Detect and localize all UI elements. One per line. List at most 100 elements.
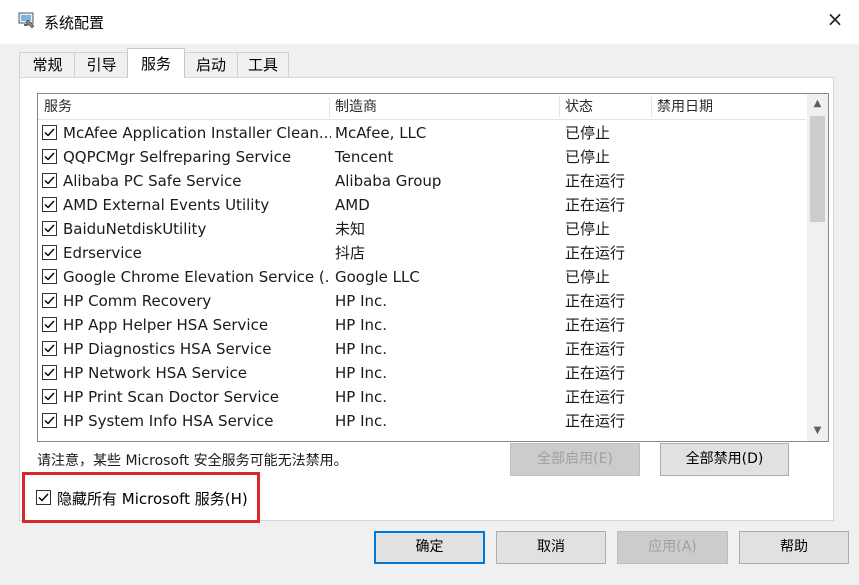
service-name: McAfee Application Installer Clean... bbox=[63, 124, 331, 142]
column-header-status[interactable]: 状态 bbox=[565, 94, 593, 119]
column-header-disable-date[interactable]: 禁用日期 bbox=[657, 94, 713, 119]
services-list: 服务 制造商 状态 禁用日期 McAfee Application Instal… bbox=[37, 93, 829, 442]
service-vendor: McAfee, LLC bbox=[335, 124, 427, 142]
vertical-scrollbar[interactable]: ▲ ▼ bbox=[807, 94, 828, 441]
service-name: BaiduNetdiskUtility bbox=[63, 220, 207, 238]
service-checkbox[interactable] bbox=[42, 389, 57, 404]
service-vendor: HP Inc. bbox=[335, 388, 388, 406]
service-vendor: HP Inc. bbox=[335, 340, 388, 358]
ok-button[interactable]: 确定 bbox=[374, 531, 485, 564]
service-row[interactable]: Alibaba PC Safe Service Alibaba Group 正在运行 bbox=[38, 169, 806, 193]
scroll-up-arrow-icon[interactable]: ▲ bbox=[807, 94, 828, 114]
service-checkbox[interactable] bbox=[42, 221, 57, 236]
service-name: QQPCMgr Selfreparing Service bbox=[63, 148, 292, 166]
service-disable-date bbox=[657, 409, 797, 433]
service-status: 正在运行 bbox=[565, 196, 626, 214]
service-row[interactable]: HP Diagnostics HSA Service HP Inc. 正在运行 bbox=[38, 337, 806, 361]
close-icon[interactable]: × bbox=[825, 9, 845, 29]
service-checkbox[interactable] bbox=[42, 125, 57, 140]
hide-microsoft-services-checkbox[interactable] bbox=[36, 490, 51, 505]
column-divider[interactable] bbox=[651, 97, 652, 117]
service-name: HP Comm Recovery bbox=[63, 292, 212, 310]
service-row[interactable]: BaiduNetdiskUtility 未知 已停止 bbox=[38, 217, 806, 241]
service-status: 正在运行 bbox=[565, 364, 626, 382]
service-row[interactable]: HP App Helper HSA Service HP Inc. 正在运行 bbox=[38, 313, 806, 337]
service-checkbox[interactable] bbox=[42, 149, 57, 164]
service-checkbox[interactable] bbox=[42, 269, 57, 284]
service-status: 已停止 bbox=[565, 148, 611, 166]
window-title: 系统配置 bbox=[44, 14, 105, 32]
service-row[interactable]: HP Print Scan Doctor Service HP Inc. 正在运行 bbox=[38, 385, 806, 409]
service-row[interactable]: HP Comm Recovery HP Inc. 正在运行 bbox=[38, 289, 806, 313]
enable-all-button[interactable]: 全部启用(E) bbox=[510, 443, 640, 476]
security-note: 请注意，某些 Microsoft 安全服务可能无法禁用。 bbox=[37, 453, 348, 469]
service-vendor: HP Inc. bbox=[335, 364, 388, 382]
service-checkbox[interactable] bbox=[42, 413, 57, 428]
service-checkbox[interactable] bbox=[42, 197, 57, 212]
tab-tools[interactable]: 工具 bbox=[237, 52, 289, 77]
service-vendor: Alibaba Group bbox=[335, 172, 442, 190]
service-status: 正在运行 bbox=[565, 244, 626, 262]
service-status: 正在运行 bbox=[565, 292, 626, 310]
hide-microsoft-services-label[interactable]: 隐藏所有 Microsoft 服务(H) bbox=[57, 488, 248, 510]
service-vendor: HP Inc. bbox=[335, 292, 388, 310]
column-header-vendor[interactable]: 制造商 bbox=[335, 94, 377, 119]
service-status: 已停止 bbox=[565, 268, 611, 286]
service-name: Alibaba PC Safe Service bbox=[63, 172, 242, 190]
service-disable-date bbox=[657, 385, 797, 409]
service-name: AMD External Events Utility bbox=[63, 196, 270, 214]
service-checkbox[interactable] bbox=[42, 173, 57, 188]
service-disable-date bbox=[657, 217, 797, 241]
service-status: 正在运行 bbox=[565, 340, 626, 358]
service-checkbox[interactable] bbox=[42, 293, 57, 308]
service-row[interactable]: HP Network HSA Service HP Inc. 正在运行 bbox=[38, 361, 806, 385]
service-disable-date bbox=[657, 313, 797, 337]
title-bar: 系统配置 × bbox=[0, 0, 859, 44]
service-checkbox[interactable] bbox=[42, 245, 57, 260]
service-disable-date bbox=[657, 121, 797, 145]
help-button[interactable]: 帮助 bbox=[739, 531, 849, 564]
column-header-service[interactable]: 服务 bbox=[44, 94, 72, 119]
tab-general[interactable]: 常规 bbox=[19, 52, 76, 77]
service-disable-date bbox=[657, 265, 797, 289]
service-name: Edrservice bbox=[63, 244, 142, 262]
service-status: 已停止 bbox=[565, 124, 611, 142]
service-vendor: HP Inc. bbox=[335, 316, 388, 334]
service-checkbox[interactable] bbox=[42, 341, 57, 356]
column-divider[interactable] bbox=[329, 97, 330, 117]
service-vendor: HP Inc. bbox=[335, 412, 388, 430]
service-row[interactable]: McAfee Application Installer Clean... McA… bbox=[38, 121, 806, 145]
tab-services[interactable]: 服务 bbox=[127, 48, 185, 78]
service-name: HP App Helper HSA Service bbox=[63, 316, 269, 334]
list-header: 服务 制造商 状态 禁用日期 bbox=[38, 94, 806, 120]
service-disable-date bbox=[657, 241, 797, 265]
tab-startup[interactable]: 启动 bbox=[183, 52, 239, 77]
service-vendor: Tencent bbox=[335, 148, 394, 166]
service-row[interactable]: AMD External Events Utility AMD 正在运行 bbox=[38, 193, 806, 217]
disable-all-button[interactable]: 全部禁用(D) bbox=[660, 443, 789, 476]
service-status: 正在运行 bbox=[565, 412, 626, 430]
cancel-button[interactable]: 取消 bbox=[496, 531, 606, 564]
scroll-down-arrow-icon[interactable]: ▼ bbox=[807, 421, 828, 441]
service-disable-date bbox=[657, 361, 797, 385]
service-vendor: Google LLC bbox=[335, 268, 420, 286]
service-disable-date bbox=[657, 145, 797, 169]
scroll-thumb[interactable] bbox=[810, 116, 825, 222]
service-status: 正在运行 bbox=[565, 388, 626, 406]
service-row[interactable]: HP System Info HSA Service HP Inc. 正在运行 bbox=[38, 409, 806, 433]
service-name: Google Chrome Elevation Service (... bbox=[63, 268, 331, 286]
service-row[interactable]: Edrservice 抖店 正在运行 bbox=[38, 241, 806, 265]
msconfig-app-icon bbox=[18, 11, 36, 29]
service-vendor: 未知 bbox=[335, 220, 366, 238]
service-checkbox[interactable] bbox=[42, 365, 57, 380]
column-divider[interactable] bbox=[559, 97, 560, 117]
tab-boot[interactable]: 引导 bbox=[74, 52, 129, 77]
service-disable-date bbox=[657, 289, 797, 313]
service-row[interactable]: QQPCMgr Selfreparing Service Tencent 已停止 bbox=[38, 145, 806, 169]
apply-button[interactable]: 应用(A) bbox=[617, 531, 728, 564]
service-checkbox[interactable] bbox=[42, 317, 57, 332]
service-row[interactable]: Google Chrome Elevation Service (... Goog… bbox=[38, 265, 806, 289]
service-status: 正在运行 bbox=[565, 172, 626, 190]
service-vendor: 抖店 bbox=[335, 244, 366, 262]
service-disable-date bbox=[657, 169, 797, 193]
